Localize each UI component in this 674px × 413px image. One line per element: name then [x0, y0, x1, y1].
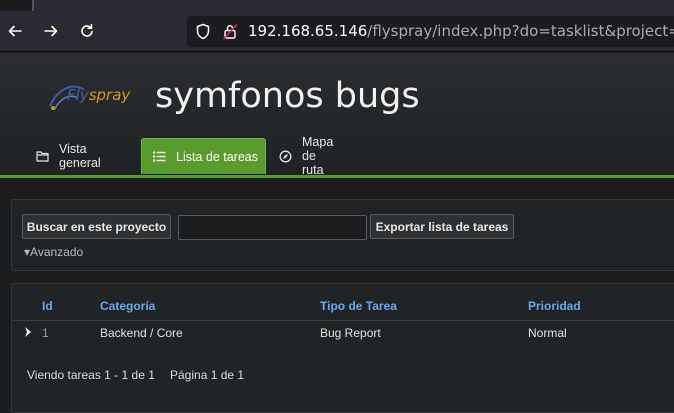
tab-label: Mapa de ruta — [302, 135, 334, 177]
tab-vista-general[interactable]: Vista general — [36, 138, 101, 174]
logo-spray-text: spray — [88, 86, 131, 104]
forward-arrow-icon — [44, 25, 58, 37]
tab-label: Lista de tareas — [176, 149, 258, 164]
column-header-categoria[interactable]: Categoría — [100, 299, 155, 313]
logo-wordmark: Flyspray — [67, 86, 130, 104]
url-host: 192.168.65.146 — [248, 22, 368, 40]
task-priority: Normal — [528, 326, 567, 340]
reload-icon — [81, 24, 93, 37]
folder-icon — [36, 150, 49, 162]
tab-label: Vista general — [59, 142, 101, 170]
logo-fly-text: Fly — [67, 86, 89, 104]
advanced-label: Avanzado — [30, 245, 84, 259]
tab-mapa-de-ruta[interactable]: Mapa de ruta — [279, 135, 334, 177]
advanced-toggle[interactable]: ▾Avanzado — [24, 245, 83, 259]
column-header-prioridad[interactable]: Prioridad — [528, 299, 581, 313]
tab-strip-segment — [0, 0, 32, 11]
browser-tab-strip — [0, 0, 674, 11]
task-id-link[interactable]: 1 — [42, 326, 49, 340]
reload-button[interactable] — [74, 18, 100, 44]
search-input[interactable] — [178, 215, 367, 240]
showing-tasks-count: Viendo tareas 1 - 1 de 1 — [27, 368, 155, 382]
task-category: Backend / Core — [100, 326, 183, 340]
search-project-button[interactable]: Buscar en este proyecto — [22, 214, 171, 239]
nav-underline — [0, 175, 674, 178]
page-header: Flyspray symfonos bugs Vista general Lis… — [0, 53, 674, 177]
list-icon — [153, 151, 166, 162]
project-title: symfonos bugs — [155, 76, 420, 116]
roadmap-icon — [279, 150, 292, 163]
export-tasklist-button[interactable]: Exportar lista de tareas — [370, 214, 514, 239]
column-header-tipo-de-tarea[interactable]: Tipo de Tarea — [320, 299, 397, 313]
tab-lista-de-tareas[interactable]: Lista de tareas — [141, 138, 266, 174]
task-type: Bug Report — [320, 326, 381, 340]
back-button[interactable] — [2, 18, 28, 44]
insecure-lock-icon[interactable] — [222, 23, 238, 40]
pagination-info: Página 1 de 1 — [170, 368, 245, 382]
url-bar[interactable]: 192.168.65.146/flyspray/index.php?do=tas… — [187, 16, 674, 47]
search-panel: Buscar en este proyecto Exportar lista d… — [11, 199, 674, 271]
forward-button[interactable] — [38, 18, 64, 44]
column-header-id[interactable]: Id — [42, 299, 53, 313]
active-tab[interactable] — [34, 0, 674, 11]
back-arrow-icon — [8, 25, 22, 37]
url-path: /flyspray/index.php?do=tasklist&project=… — [367, 22, 674, 40]
row-expand-chevron-icon[interactable] — [24, 326, 34, 338]
header-divider — [12, 320, 674, 321]
tasklist-panel: Id Categoría Tipo de Tarea Prioridad 1 B… — [11, 283, 674, 413]
browser-toolbar: 192.168.65.146/flyspray/index.php?do=tas… — [0, 11, 674, 52]
url-text[interactable]: 192.168.65.146/flyspray/index.php?do=tas… — [248, 22, 674, 41]
tracking-protection-shield-icon[interactable] — [195, 23, 211, 40]
